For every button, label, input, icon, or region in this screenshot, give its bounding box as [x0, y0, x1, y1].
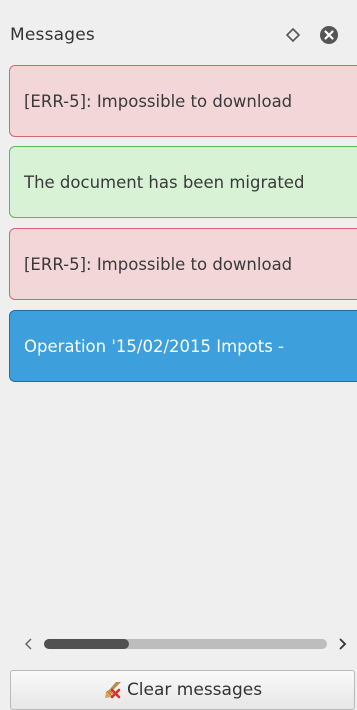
message-success[interactable]: The document has been migrated [9, 146, 357, 218]
message-text: [ERR-5]: Impossible to download [24, 92, 293, 111]
dock-title: Messages [10, 25, 95, 45]
float-button[interactable] [282, 24, 304, 46]
scroll-track[interactable] [44, 639, 327, 649]
chevron-left-icon [24, 638, 32, 650]
horizontal-scrollbar[interactable] [22, 636, 347, 652]
broom-icon [103, 680, 123, 700]
message-error[interactable]: [ERR-5]: Impossible to download [9, 65, 357, 137]
message-info[interactable]: Operation '15/02/2015 Impots - [9, 310, 357, 382]
message-error[interactable]: [ERR-5]: Impossible to download [9, 228, 357, 300]
message-text: Operation '15/02/2015 Impots - [24, 337, 285, 356]
dock-title-bar[interactable]: Messages [0, 0, 357, 62]
clear-messages-button[interactable]: Clear messages [10, 670, 355, 710]
message-text: [ERR-5]: Impossible to download [24, 255, 293, 274]
message-text: The document has been migrated [24, 173, 305, 192]
scroll-left-button[interactable] [22, 636, 36, 652]
diamond-icon [285, 27, 301, 43]
scroll-thumb[interactable] [44, 639, 129, 649]
messages-dock: Messages [ERR-5]: Impossible to download… [0, 0, 357, 710]
messages-list[interactable]: [ERR-5]: Impossible to download The docu… [9, 62, 357, 662]
close-button[interactable] [318, 24, 340, 46]
chevron-right-icon [339, 638, 347, 650]
scroll-right-button[interactable] [335, 636, 349, 652]
close-circle-icon [320, 26, 338, 44]
clear-messages-label: Clear messages [126, 680, 263, 700]
